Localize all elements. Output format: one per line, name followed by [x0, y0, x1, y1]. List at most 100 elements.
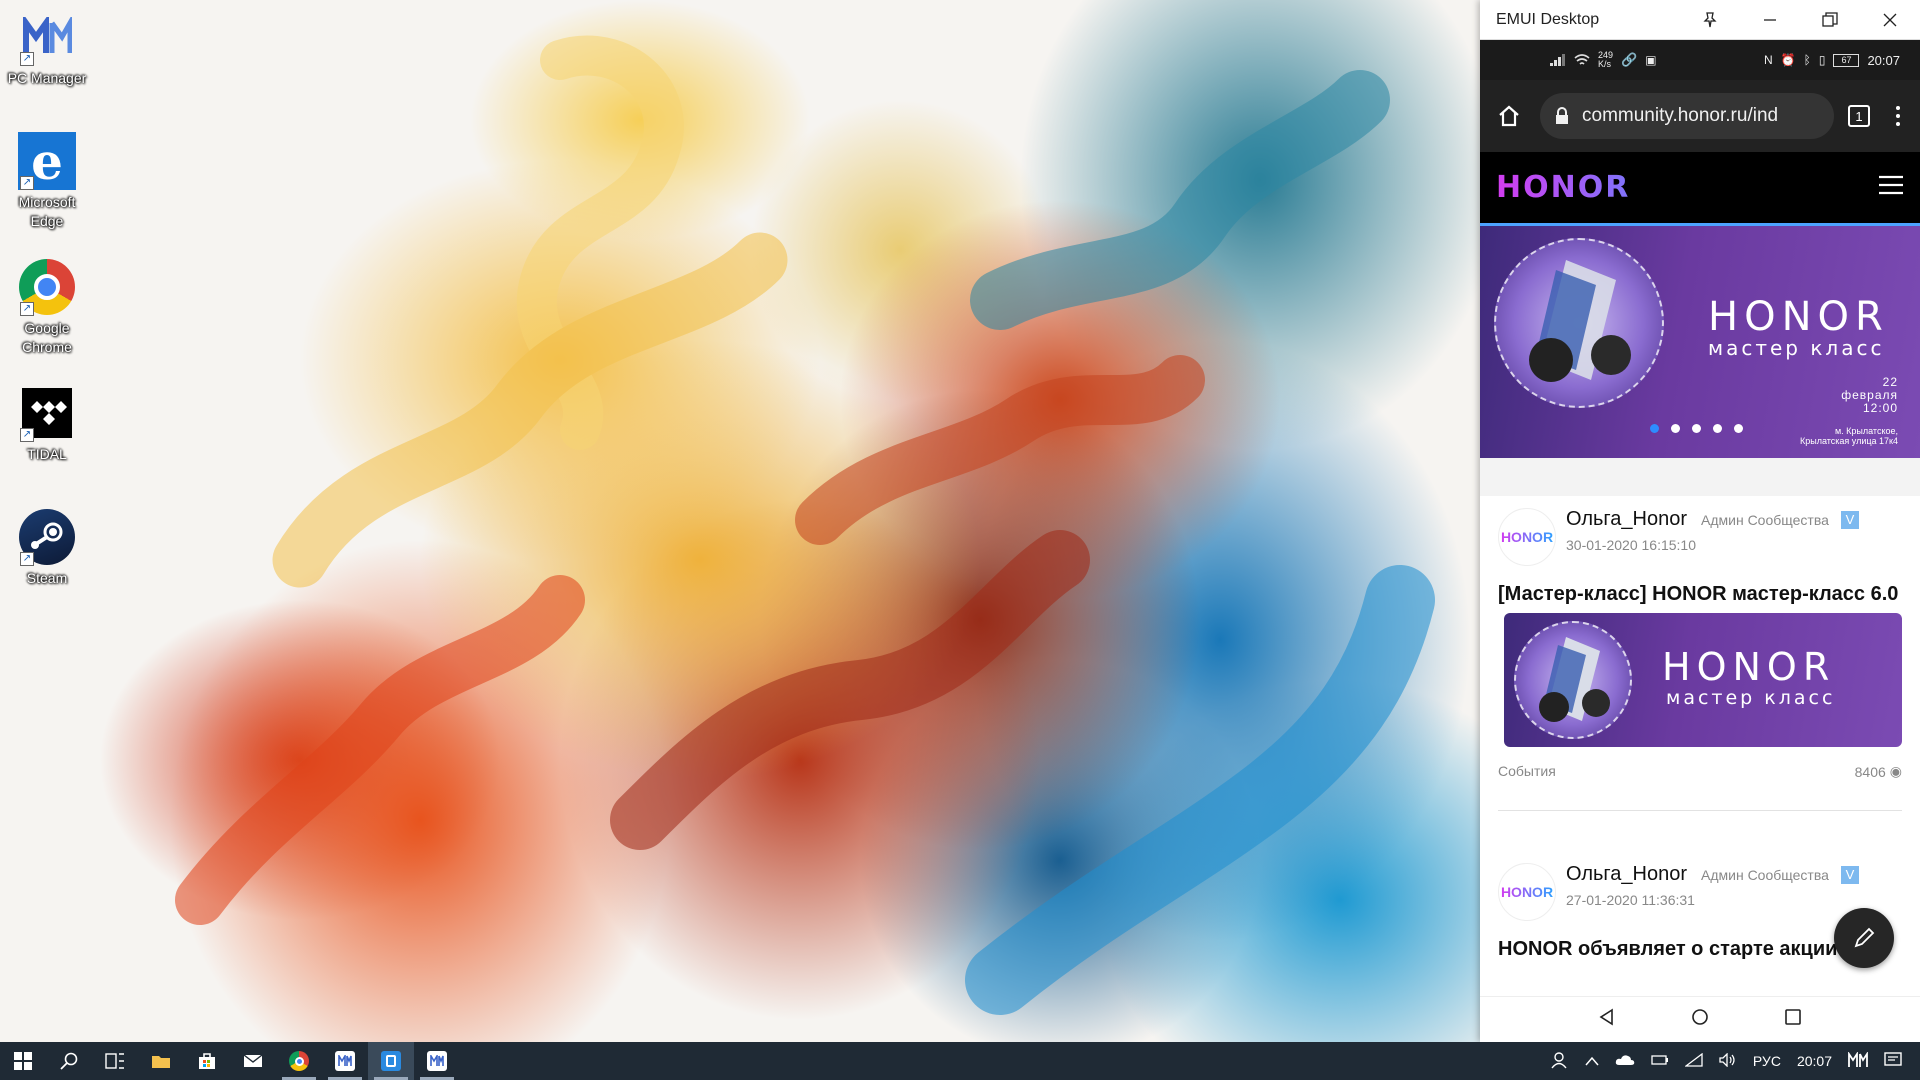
post-image-product-circle	[1514, 621, 1632, 739]
windows-start-icon	[14, 1052, 32, 1070]
banner-address-line-2: Крылатская улица 17к4	[1799, 436, 1898, 446]
taskbar-chrome[interactable]	[276, 1042, 322, 1080]
desktop-icon-pc-manager[interactable]: ↗ PC Manager	[4, 8, 90, 88]
post-author[interactable]: Ольга_Honor	[1566, 863, 1687, 886]
carousel-dot[interactable]	[1713, 424, 1722, 433]
people-icon[interactable]	[1551, 1051, 1569, 1072]
compose-button[interactable]	[1834, 908, 1894, 968]
tidal-icon: ↗	[18, 384, 76, 442]
desktop-icon-label: TIDAL	[27, 446, 67, 462]
back-button[interactable]	[1598, 1008, 1616, 1031]
input-language[interactable]: РУС	[1753, 1053, 1781, 1069]
home-icon	[1499, 105, 1519, 127]
hero-banner[interactable]: HONOR мастер класс 22 февраля 12:00 м. К…	[1480, 226, 1920, 458]
tab-count: 1	[1855, 108, 1863, 124]
carousel-dot[interactable]	[1692, 424, 1701, 433]
post-date: 30-01-2020 16:15:10	[1566, 537, 1696, 553]
site-logo[interactable]: HONOR	[1496, 170, 1878, 205]
search-button[interactable]	[46, 1042, 92, 1080]
shortcut-arrow-icon: ↗	[20, 302, 34, 316]
restore-icon	[1822, 11, 1838, 27]
taskbar-store[interactable]	[184, 1042, 230, 1080]
post-image-brand: HONOR	[1662, 645, 1836, 689]
edge-icon: e ↗	[18, 132, 76, 191]
post-views: 8406 ◉	[1855, 763, 1902, 780]
desktop-icon-steam[interactable]: ↗ Steam	[4, 508, 90, 588]
post-author[interactable]: Ольга_Honor	[1566, 508, 1687, 531]
volume-icon[interactable]	[1719, 1051, 1737, 1070]
emui-desktop-window[interactable]: EMUI Desktop 249 K/s 🔗 ▣ N ⏰ ᛒ ▯ 67 20:0…	[1480, 0, 1920, 1042]
shortcut-arrow-icon: ↗	[20, 552, 34, 566]
taskbar-mail[interactable]	[230, 1042, 276, 1080]
site-menu-button[interactable]	[1878, 174, 1904, 201]
eye-icon: ◉	[1889, 763, 1902, 779]
show-hidden-icons-chevron-icon[interactable]	[1585, 1053, 1599, 1069]
carousel-dot[interactable]	[1671, 424, 1680, 433]
folder-icon	[152, 1056, 170, 1068]
link-icon: 🔗	[1621, 52, 1638, 67]
start-button[interactable]	[0, 1042, 46, 1080]
onedrive-icon[interactable]	[1615, 1053, 1635, 1069]
pc-manager-icon	[335, 1051, 355, 1071]
verified-badge-icon: V	[1840, 510, 1859, 529]
taskbar-pc-manager[interactable]	[322, 1042, 368, 1080]
taskbar-pc-manager-2[interactable]	[414, 1042, 460, 1080]
search-icon	[60, 1052, 78, 1070]
banner-address-line-1: м. Крылатское,	[1834, 426, 1898, 436]
post-image[interactable]: HONOR мастер класс	[1504, 613, 1902, 747]
post-card[interactable]: HONOR Ольга_Honor Админ Сообщества V 30-…	[1480, 496, 1920, 811]
url-text: community.honor.ru/ind	[1582, 105, 1779, 126]
site-header: HONOR	[1480, 152, 1920, 226]
more-icon	[1896, 106, 1900, 126]
home-button[interactable]	[1492, 99, 1526, 133]
action-center-icon[interactable]	[1884, 1051, 1902, 1071]
signal-icon	[1550, 54, 1565, 66]
view-count: 8406	[1854, 763, 1886, 780]
wifi-icon	[1574, 54, 1590, 65]
pin-button[interactable]	[1680, 0, 1740, 40]
carousel-dots[interactable]	[1650, 424, 1743, 433]
banner-date: 22 февраля 12:00	[1841, 376, 1898, 415]
minimize-button[interactable]	[1740, 0, 1800, 40]
android-nav-bar	[1480, 996, 1920, 1042]
recents-button[interactable]	[1784, 1008, 1802, 1031]
store-icon	[199, 1053, 215, 1069]
tab-switcher-button[interactable]: 1	[1848, 105, 1870, 127]
taskbar-emui-desktop[interactable]	[368, 1042, 414, 1080]
browser-toolbar: community.honor.ru/ind 1	[1480, 80, 1920, 152]
alarm-icon: ⏰	[1780, 53, 1796, 67]
window-titlebar[interactable]: EMUI Desktop	[1480, 0, 1920, 40]
desktop-icon-chrome[interactable]: ↗ Google Chrome	[4, 258, 90, 357]
post-title[interactable]: [Мастер-класс] HONOR мастер-класс 6.0	[1498, 582, 1902, 607]
task-view-icon	[105, 1053, 124, 1069]
carousel-dot-active[interactable]	[1650, 424, 1659, 433]
clock[interactable]: 20:07	[1797, 1053, 1832, 1069]
chrome-icon: ↗	[18, 258, 76, 316]
desktop-icon-label: PC Manager	[7, 70, 87, 86]
pc-manager-tray-icon[interactable]	[1848, 1050, 1868, 1071]
battery-tray-icon[interactable]	[1651, 1053, 1669, 1069]
pin-icon	[1703, 11, 1717, 27]
emui-desktop-icon	[381, 1051, 401, 1071]
taskbar-file-explorer[interactable]	[138, 1042, 184, 1080]
banner-subtitle: мастер класс	[1708, 336, 1885, 360]
url-bar[interactable]: community.honor.ru/ind	[1540, 93, 1834, 139]
desktop-icon-tidal[interactable]: ↗ TIDAL	[4, 384, 90, 464]
avatar[interactable]: HONOR	[1498, 508, 1556, 566]
carousel-dot[interactable]	[1734, 424, 1743, 433]
avatar[interactable]: HONOR	[1498, 863, 1556, 921]
browser-menu-button[interactable]	[1888, 106, 1908, 126]
verified-badge-icon: V	[1840, 865, 1859, 884]
avatar-text: HONOR	[1500, 884, 1554, 900]
steam-icon: ↗	[18, 508, 76, 566]
nfc-icon: N	[1764, 53, 1773, 67]
post-category[interactable]: События	[1498, 763, 1556, 780]
home-nav-button[interactable]	[1691, 1008, 1709, 1031]
window-title: EMUI Desktop	[1496, 10, 1600, 28]
chrome-icon	[289, 1051, 309, 1071]
wifi-tray-icon[interactable]	[1683, 1052, 1703, 1070]
task-view-button[interactable]	[92, 1042, 138, 1080]
restore-button[interactable]	[1800, 0, 1860, 40]
desktop-icon-edge[interactable]: e ↗ Microsoft Edge	[4, 132, 90, 231]
close-button[interactable]	[1860, 0, 1920, 40]
